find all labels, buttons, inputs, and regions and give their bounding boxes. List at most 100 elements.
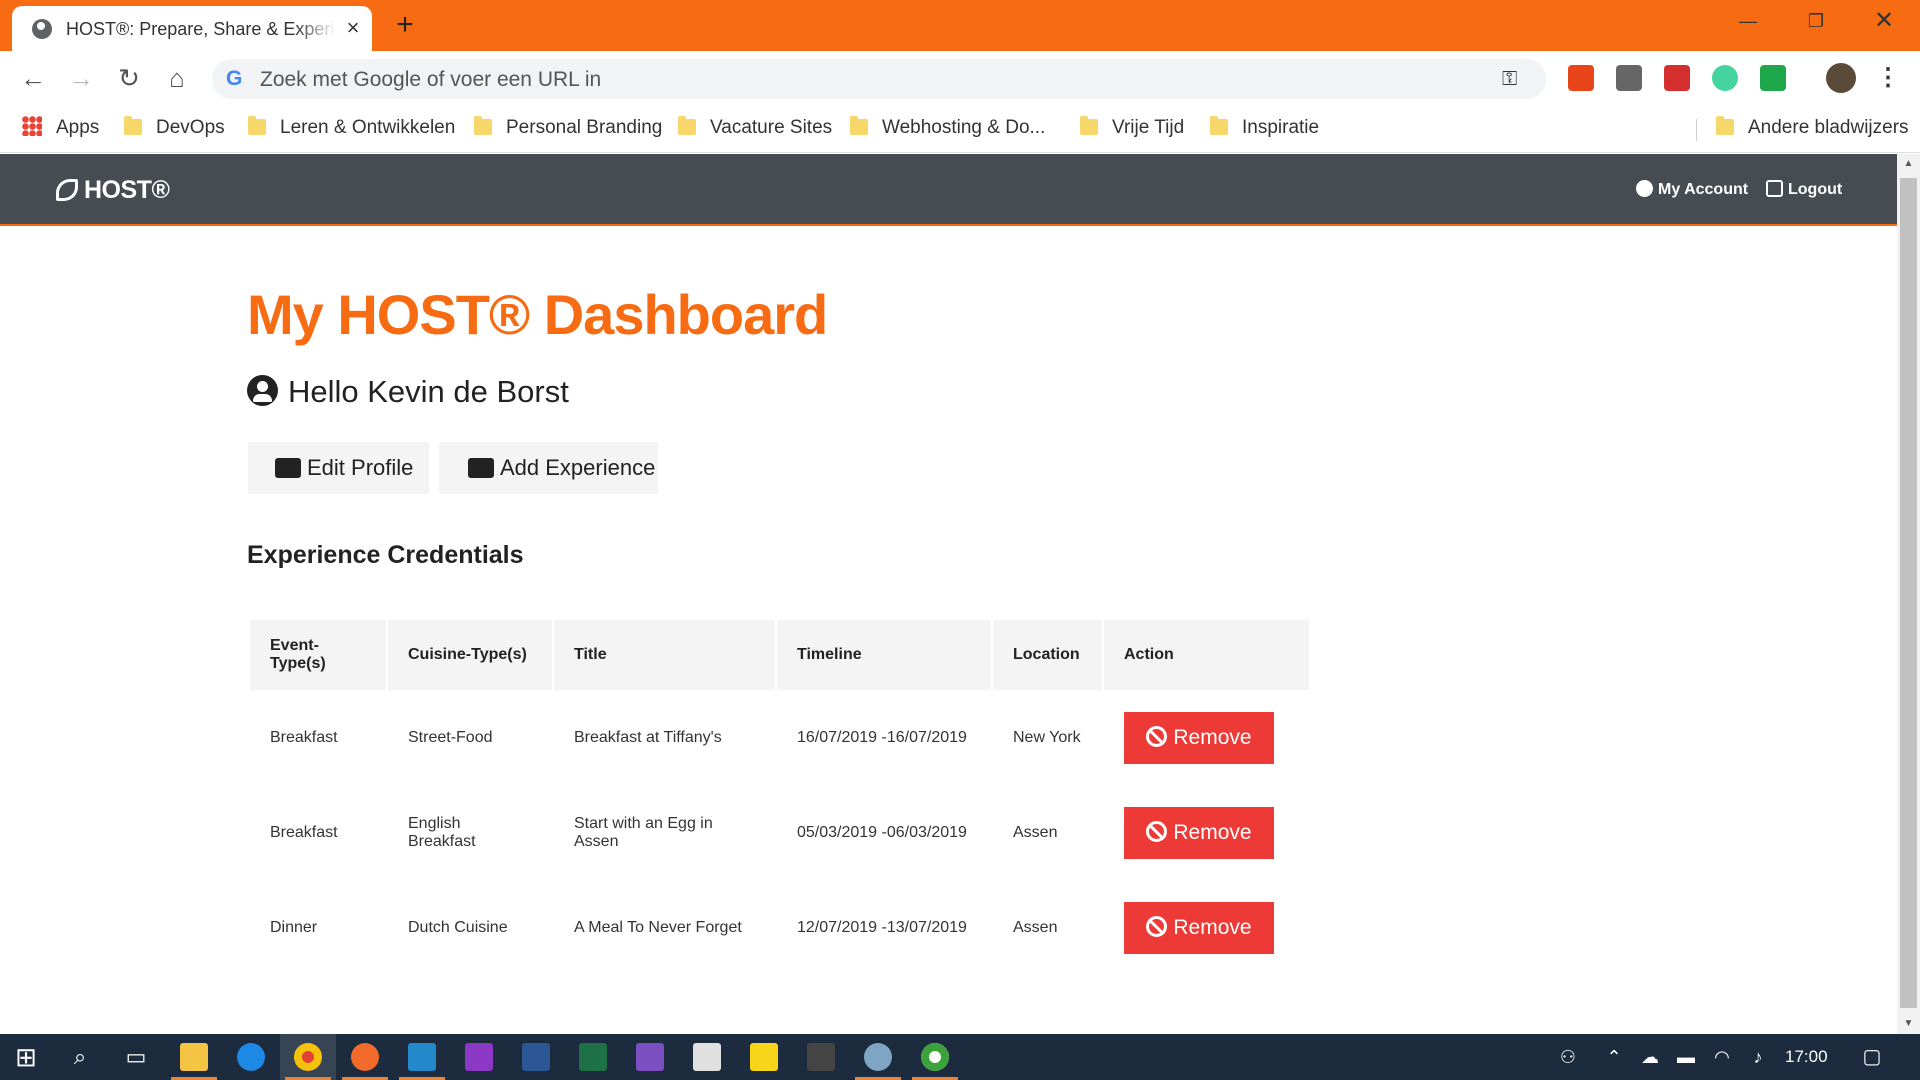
- chart-app-icon[interactable]: [693, 1043, 721, 1071]
- notification-icon[interactable]: ▢: [1854, 1042, 1890, 1072]
- bookmark-folder[interactable]: Vacature Sites: [678, 115, 832, 141]
- new-tab-button[interactable]: +: [390, 10, 420, 40]
- browser-toolbar: ← → ↻ ⌂ G Zoek met Google of voer een UR…: [0, 51, 1920, 105]
- wifi-icon[interactable]: ◠: [1704, 1042, 1740, 1072]
- bookmark-folder[interactable]: DevOps: [124, 115, 225, 141]
- column-header: Action: [1104, 620, 1309, 690]
- folder-icon: [1716, 116, 1734, 135]
- bookmark-label: DevOps: [156, 117, 225, 138]
- bookmark-folder[interactable]: Webhosting & Do...: [850, 115, 1045, 141]
- cell-event-type: Dinner: [270, 918, 318, 936]
- back-button[interactable]: ←: [16, 61, 50, 95]
- bookmark-folder[interactable]: Inspiratie: [1210, 115, 1319, 141]
- section-title: Experience Credentials: [247, 541, 524, 569]
- cell-timeline: 12/07/2019 -13/07/2019: [797, 918, 967, 936]
- folder-icon: [1210, 116, 1228, 135]
- check-extension-icon[interactable]: [1760, 65, 1786, 91]
- extension-icon[interactable]: [1712, 65, 1738, 91]
- cell-event-type: Breakfast: [270, 823, 338, 841]
- credentials-table: Event-Type(s) Cuisine-Type(s) Title Time…: [248, 620, 1311, 975]
- browser-menu-icon[interactable]: ⋮: [1876, 62, 1900, 94]
- folder-icon: [1080, 116, 1098, 135]
- people-icon[interactable]: ⚇: [1550, 1042, 1586, 1072]
- bookmark-folder[interactable]: Vrije Tijd: [1080, 115, 1184, 141]
- reload-button[interactable]: ↻: [112, 61, 146, 95]
- minimize-button[interactable]: —: [1728, 6, 1768, 36]
- forward-button[interactable]: →: [64, 61, 98, 95]
- remove-button[interactable]: Remove: [1124, 806, 1274, 859]
- scroll-up-arrow[interactable]: ▲: [1897, 154, 1920, 174]
- task-view-icon[interactable]: ▭: [118, 1042, 154, 1072]
- browser-tab-active[interactable]: HOST®: Prepare, Share & Experience ×: [12, 6, 372, 51]
- address-bar[interactable]: G Zoek met Google of voer een URL in ⚿: [212, 59, 1546, 99]
- postman-icon[interactable]: [351, 1043, 379, 1071]
- leaf-icon: [56, 179, 78, 201]
- page-title: My HOST® Dashboard: [247, 283, 828, 346]
- remove-button[interactable]: Remove: [1124, 901, 1274, 954]
- greeting: Hello Kevin de Borst: [247, 374, 569, 410]
- home-button[interactable]: ⌂: [160, 61, 194, 95]
- search-icon[interactable]: ⌕: [62, 1042, 98, 1072]
- onedrive-icon[interactable]: ☁: [1632, 1042, 1668, 1072]
- folder-icon: [248, 116, 266, 135]
- remove-button[interactable]: Remove: [1124, 711, 1274, 764]
- nav-my-account[interactable]: My Account: [1636, 180, 1748, 199]
- extension-icon[interactable]: [1664, 65, 1690, 91]
- visual-studio-icon[interactable]: [636, 1043, 664, 1071]
- bookmark-label: Apps: [56, 117, 100, 138]
- chevron-up-icon[interactable]: ⌃: [1596, 1042, 1632, 1072]
- battery-icon[interactable]: ▬: [1668, 1042, 1704, 1072]
- cell-cuisine-type: English Breakfast: [408, 814, 476, 850]
- calculator-icon[interactable]: [807, 1043, 835, 1071]
- sign-out-icon: [1766, 180, 1783, 197]
- taskbar-clock[interactable]: 17:00: [1785, 1047, 1828, 1067]
- cell-location: Assen: [1013, 823, 1058, 841]
- cell-timeline: 16/07/2019 -16/07/2019: [797, 728, 967, 746]
- scroll-down-arrow[interactable]: ▼: [1897, 1014, 1920, 1034]
- mongodb-icon[interactable]: [921, 1043, 949, 1071]
- google-icon: G: [226, 67, 243, 90]
- close-tab-icon[interactable]: ×: [340, 15, 366, 41]
- ban-icon: [1146, 725, 1168, 747]
- bookmarks-bar: Apps DevOps Leren & Ontwikkelen Personal…: [0, 105, 1920, 153]
- greeting-text: Hello Kevin de Borst: [288, 374, 569, 409]
- office-extension-icon[interactable]: [1568, 65, 1594, 91]
- onenote-icon[interactable]: [465, 1043, 493, 1071]
- bookmark-other[interactable]: Andere bladwijzers: [1716, 115, 1909, 141]
- windows-start-icon[interactable]: ⊞: [8, 1042, 44, 1072]
- scroll-thumb[interactable]: [1900, 178, 1917, 1008]
- volume-icon[interactable]: ♪: [1740, 1042, 1776, 1072]
- edit-profile-button[interactable]: Edit Profile: [248, 442, 429, 494]
- bookmark-folder[interactable]: Leren & Ontwikkelen: [248, 115, 455, 141]
- button-label: Edit Profile: [307, 455, 414, 480]
- excel-icon[interactable]: [579, 1043, 607, 1071]
- site-logo[interactable]: HOST®: [56, 176, 170, 205]
- bookmark-folder[interactable]: Personal Branding: [474, 115, 662, 141]
- paint-icon[interactable]: [864, 1043, 892, 1071]
- cell-cuisine-type: Dutch Cuisine: [408, 918, 508, 936]
- restore-button[interactable]: ❐: [1796, 6, 1836, 36]
- chrome-icon[interactable]: [294, 1043, 322, 1071]
- nav-logout[interactable]: Logout: [1766, 180, 1842, 199]
- bookmark-apps[interactable]: Apps: [22, 115, 99, 141]
- user-circle-icon: [1636, 180, 1653, 197]
- cell-action: Remove: [1104, 785, 1309, 880]
- bookmark-label: Vacature Sites: [710, 117, 833, 138]
- column-header: Event-Type(s): [250, 620, 386, 690]
- file-explorer-icon[interactable]: [180, 1043, 208, 1071]
- vscode-icon[interactable]: [408, 1043, 436, 1071]
- page-scrollbar[interactable]: ▲ ▼: [1897, 154, 1920, 1034]
- cell-title: A Meal To Never Forget: [574, 918, 742, 936]
- key-icon[interactable]: ⚿: [1502, 68, 1526, 90]
- profile-avatar[interactable]: [1826, 63, 1856, 93]
- bookmark-label: Inspiratie: [1242, 117, 1320, 138]
- edge-icon[interactable]: [237, 1043, 265, 1071]
- nav-label: Logout: [1788, 181, 1843, 198]
- add-experience-button[interactable]: Add Experience: [439, 442, 658, 494]
- close-window-button[interactable]: ✕: [1864, 6, 1904, 36]
- sticky-notes-icon[interactable]: [750, 1043, 778, 1071]
- extension-icon[interactable]: [1616, 65, 1642, 91]
- column-header: Location: [993, 620, 1102, 690]
- ban-icon: [1146, 915, 1168, 937]
- word-icon[interactable]: [522, 1043, 550, 1071]
